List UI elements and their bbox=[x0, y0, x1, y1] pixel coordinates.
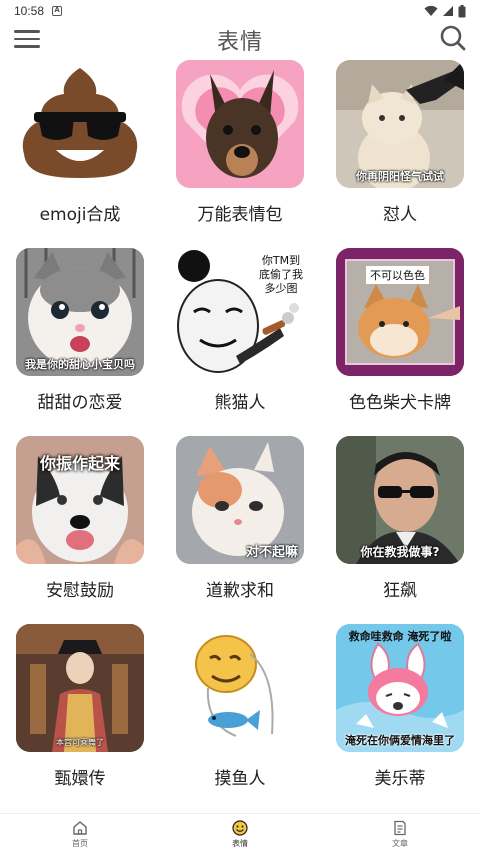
smile-icon bbox=[232, 820, 248, 836]
image-caption: 对不起嘛 bbox=[245, 545, 298, 560]
image-caption: 不可以色色 bbox=[366, 266, 429, 284]
wifi-icon bbox=[424, 5, 438, 16]
status-time: 10:58 bbox=[14, 4, 45, 18]
dog-heart-thumbnail bbox=[176, 60, 304, 188]
category-label: 美乐蒂 bbox=[374, 769, 426, 789]
nav-home[interactable]: 首页 bbox=[0, 814, 160, 855]
bottom-navigation: 首页 表情 文章 bbox=[0, 813, 480, 855]
man-sunglasses-thumbnail: 你在教我做事? bbox=[336, 436, 464, 564]
search-button[interactable] bbox=[438, 23, 468, 53]
nav-stickers[interactable]: 表情 bbox=[160, 814, 320, 855]
cat-gun-thumbnail: 你再阴阳怪气试试 bbox=[336, 60, 464, 188]
smiley-fish-thumbnail bbox=[176, 624, 304, 752]
category-label: 色色柴犬卡牌 bbox=[349, 393, 451, 413]
category-my-melody[interactable]: 救命哇救命 淹死了啦 淹死在你俩爱情海里了 美乐蒂 bbox=[320, 620, 480, 808]
category-comfort[interactable]: 你振作起来 安慰鼓励 bbox=[0, 432, 160, 620]
category-apology[interactable]: 对不起嘛 道歉求和 bbox=[160, 432, 320, 620]
home-icon bbox=[73, 821, 87, 835]
image-caption-top: 救命哇救命 淹死了啦 bbox=[348, 630, 452, 643]
image-caption: 你振作起来 bbox=[39, 454, 120, 473]
image-caption: 你在教我做事? bbox=[360, 545, 440, 559]
category-label: 狂飙 bbox=[383, 581, 417, 601]
notification-badge-icon: A bbox=[52, 6, 63, 16]
nav-label: 首页 bbox=[72, 839, 88, 848]
category-label: 道歉求和 bbox=[206, 581, 274, 601]
image-caption: 我是你的甜心小宝贝吗 bbox=[25, 358, 135, 371]
husky-thumbnail: 你振作起来 bbox=[16, 436, 144, 564]
category-label: 甄嬛传 bbox=[54, 769, 106, 789]
shiba-card-thumbnail: 不可以色色 bbox=[336, 248, 464, 376]
panda-meme-thumbnail: 你TM到底偷了我多少图 bbox=[176, 248, 304, 376]
poop-sunglasses-thumbnail bbox=[16, 60, 144, 188]
status-bar: 10:58 A bbox=[0, 0, 480, 22]
empress-thumbnail: 本宫可乘舞了 bbox=[16, 624, 144, 752]
battery-icon bbox=[458, 4, 466, 17]
category-label: 万能表情包 bbox=[197, 205, 283, 225]
search-icon bbox=[440, 25, 466, 51]
category-the-knockout[interactable]: 你在教我做事? 狂飙 bbox=[320, 432, 480, 620]
category-label: 怼人 bbox=[383, 205, 417, 225]
image-caption: 淹死在你俩爱情海里了 bbox=[345, 734, 455, 747]
category-label: emoji合成 bbox=[39, 205, 121, 225]
nav-label: 表情 bbox=[232, 839, 248, 848]
image-caption: 你TM到底偷了我多少图 bbox=[259, 254, 303, 295]
category-label: 熊猫人 bbox=[214, 393, 266, 413]
category-retort[interactable]: 你再阴阳怪气试试 怼人 bbox=[320, 56, 480, 244]
my-melody-thumbnail: 救命哇救命 淹死了啦 淹死在你俩爱情海里了 bbox=[336, 624, 464, 752]
document-icon bbox=[394, 820, 406, 836]
nav-label: 文章 bbox=[392, 839, 408, 848]
category-sweet-love[interactable]: 我是你的甜心小宝贝吗 甜甜の恋爱 bbox=[0, 244, 160, 432]
category-label: 摸鱼人 bbox=[214, 769, 266, 789]
page-title: 表情 bbox=[216, 30, 263, 55]
app-bar: 表情 bbox=[0, 22, 480, 56]
image-caption: 本宫可乘舞了 bbox=[56, 738, 104, 747]
kitten-thumbnail: 我是你的甜心小宝贝吗 bbox=[16, 248, 144, 376]
sad-kitten-thumbnail: 对不起嘛 bbox=[176, 436, 304, 564]
category-label: 安慰鼓励 bbox=[46, 581, 114, 601]
signal-icon bbox=[443, 6, 453, 16]
category-shiba-card[interactable]: 不可以色色 色色柴犬卡牌 bbox=[320, 244, 480, 432]
category-label: 甜甜の恋爱 bbox=[37, 393, 123, 413]
image-caption: 你再阴阳怪气试试 bbox=[356, 170, 444, 183]
category-emoji-mix[interactable]: emoji合成 bbox=[0, 56, 160, 244]
category-slacker[interactable]: 摸鱼人 bbox=[160, 620, 320, 808]
category-universal-stickers[interactable]: 万能表情包 bbox=[160, 56, 320, 244]
category-empresses[interactable]: 本宫可乘舞了 甄嬛传 bbox=[0, 620, 160, 808]
nav-articles[interactable]: 文章 bbox=[320, 814, 480, 855]
category-panda-man[interactable]: 你TM到底偷了我多少图 熊猫人 bbox=[160, 244, 320, 432]
